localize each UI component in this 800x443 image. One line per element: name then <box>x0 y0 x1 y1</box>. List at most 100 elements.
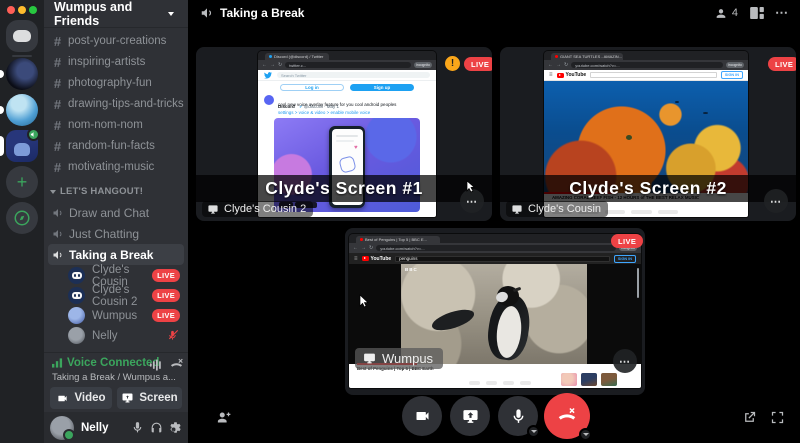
server-icon-water[interactable] <box>6 94 38 126</box>
channel-inspiring-artists[interactable]: #inspiring-artists <box>50 52 184 72</box>
stream-tile-clydes-cousin-2[interactable]: Discord (@discord) / Twitter ←→↻ twitter… <box>196 47 492 221</box>
live-badge: LIVE <box>768 57 796 71</box>
explore-servers-button[interactable] <box>6 202 38 234</box>
disconnect-options-chevron[interactable] <box>579 428 592 441</box>
stream-name-tag: Clyde's Cousin 2 <box>202 201 313 217</box>
youtube-logo[interactable]: YouTube <box>557 72 587 78</box>
ad-thumbnail[interactable] <box>561 373 577 386</box>
address-bar[interactable]: twitter.c... <box>285 62 411 68</box>
voice-channel-path[interactable]: Taking a Break / Wumpus a... <box>52 372 176 383</box>
youtube-logo[interactable]: YouTube <box>362 256 392 262</box>
participant-clydes-cousin[interactable]: Clyde's Cousin LIVE <box>68 266 184 285</box>
sign-in-button[interactable]: SIGN IN <box>721 71 743 79</box>
voice-channel-draw-and-chat[interactable]: Draw and Chat <box>48 202 184 223</box>
screen-share-button[interactable]: Screen <box>117 387 182 409</box>
address-bar[interactable]: youtube.com/watch?v=... <box>571 62 723 68</box>
add-server-button[interactable]: + <box>6 166 38 198</box>
menu-icon[interactable]: ≡ <box>549 72 553 78</box>
disconnect-button[interactable] <box>544 393 590 439</box>
participant-wumpus[interactable]: Wumpus LIVE <box>68 306 184 325</box>
scrollbar[interactable] <box>637 268 639 298</box>
hash-icon: # <box>50 139 65 154</box>
browser-tab[interactable]: Best of Penguins | Top 5 | BBC E... <box>356 236 440 243</box>
window-close-button[interactable] <box>7 6 15 14</box>
share-screen-button[interactable] <box>450 396 490 436</box>
tile-more-button[interactable]: ⋯ <box>764 189 788 213</box>
server-header[interactable]: Wumpus and Friends <box>44 0 188 28</box>
incognito-badge: Incognito <box>414 62 432 68</box>
tile-more-button[interactable]: ⋯ <box>613 349 637 373</box>
channel-nom-nom-nom[interactable]: #nom-nom-nom <box>50 115 184 135</box>
server-rail: + <box>0 0 44 443</box>
participant-clydes-cousin-2[interactable]: Clyde's Cousin 2 LIVE <box>68 286 184 305</box>
camera-icon <box>56 393 69 404</box>
twitter-login-button[interactable]: Log in <box>280 84 344 91</box>
channel-drawing-tips[interactable]: #drawing-tips-and-tricks <box>50 94 184 114</box>
server-icon-wumpus[interactable] <box>6 130 38 162</box>
youtube-search-input[interactable]: penguins <box>395 256 610 262</box>
window-zoom-button[interactable] <box>29 6 37 14</box>
server-icon-astronaut[interactable] <box>6 58 38 90</box>
avatar <box>68 267 85 284</box>
browser-tab[interactable]: Discord (@discord) / Twitter <box>265 53 329 60</box>
voice-connected-status[interactable]: Voice Connected <box>52 357 159 369</box>
screen-share-icon <box>461 408 480 425</box>
toggle-camera-button[interactable] <box>402 396 442 436</box>
live-badge: LIVE <box>152 309 180 322</box>
mic-icon[interactable] <box>131 421 144 434</box>
stream-tooltip: Clyde's Screen #2 <box>500 175 796 202</box>
category-lets-hangout[interactable]: LET'S HANGOUT! <box>48 186 184 197</box>
fullscreen-button[interactable] <box>766 406 788 428</box>
channel-random-fun-facts[interactable]: #random-fun-facts <box>50 136 184 156</box>
server-unread-pill <box>0 70 4 78</box>
channel-photography-fun[interactable]: #photography-fun <box>50 73 184 93</box>
browser-tab[interactable]: GIANT SEA TURTLES - AMAZIN... <box>551 53 623 60</box>
disconnect-icon[interactable] <box>169 358 184 372</box>
user-avatar[interactable] <box>50 416 74 440</box>
voice-stage: Taking a Break 4 ⋯ Discord (@discord) / … <box>188 0 800 443</box>
mute-mic-button[interactable] <box>498 396 538 436</box>
menu-icon[interactable]: ≡ <box>354 256 358 262</box>
discord-home-button[interactable] <box>6 20 38 52</box>
stream-tile-wumpus[interactable]: Best of Penguins | Top 5 | BBC E... ←→↻ … <box>345 228 645 395</box>
browser-tab-bar: GIANT SEA TURTLES - AMAZIN... <box>544 51 748 60</box>
sign-in-button[interactable]: SIGN IN <box>614 255 636 263</box>
popout-button[interactable] <box>738 406 760 428</box>
participant-nelly[interactable]: Nelly <box>68 326 184 345</box>
invite-to-call-button[interactable] <box>210 404 236 430</box>
hash-icon: # <box>50 34 65 49</box>
ad-thumbnail[interactable] <box>581 373 597 386</box>
stream-warning-badge[interactable]: ! <box>445 56 460 71</box>
video-button[interactable]: Video <box>50 387 112 409</box>
channel-motivating-music[interactable]: #motivating-music <box>50 157 184 177</box>
stream-tile-clydes-cousin[interactable]: GIANT SEA TURTLES - AMAZIN... ←→↻ youtub… <box>500 47 796 221</box>
mic-options-chevron[interactable] <box>527 425 540 438</box>
hash-icon: # <box>50 97 65 112</box>
stream-name-tag: Clyde's Cousin <box>506 201 608 217</box>
browser-toolbar: ←→↻ youtube.com/watch?v=... Incognito <box>349 243 641 253</box>
channel-post-your-creations[interactable]: #post-your-creations <box>50 31 184 51</box>
headphones-icon[interactable] <box>150 421 163 434</box>
twitter-bird-icon <box>264 72 272 79</box>
server-name: Wumpus and Friends <box>54 0 166 28</box>
screen-icon <box>207 204 219 215</box>
ad-thumbnail[interactable] <box>601 373 617 386</box>
phone-disconnect-icon <box>556 406 578 426</box>
address-bar[interactable]: youtube.com/watch?v=... <box>376 245 616 251</box>
ellipsis-icon: ⋯ <box>775 5 788 21</box>
voice-channel-taking-a-break[interactable]: Taking a Break <box>48 244 184 265</box>
members-count[interactable]: 4 <box>714 0 738 26</box>
twitter-signup-button[interactable]: Sign up <box>350 84 414 91</box>
stage-channel-title: Taking a Break <box>220 6 304 20</box>
gear-icon[interactable] <box>169 421 182 434</box>
plus-icon: + <box>17 172 28 193</box>
noise-suppression-icon[interactable] <box>149 358 163 372</box>
more-options-button[interactable]: ⋯ <box>775 0 788 26</box>
layout-toggle-button[interactable] <box>750 0 764 26</box>
browser-toolbar: ←→↻ youtube.com/watch?v=... Incognito <box>544 60 748 70</box>
twitter-search-input[interactable]: Search Twitter <box>277 72 430 78</box>
youtube-search-input[interactable] <box>590 72 717 78</box>
window-minimize-button[interactable] <box>18 6 26 14</box>
chevron-down-icon <box>168 12 174 16</box>
voice-channel-just-chatting[interactable]: Just Chatting <box>48 223 184 244</box>
